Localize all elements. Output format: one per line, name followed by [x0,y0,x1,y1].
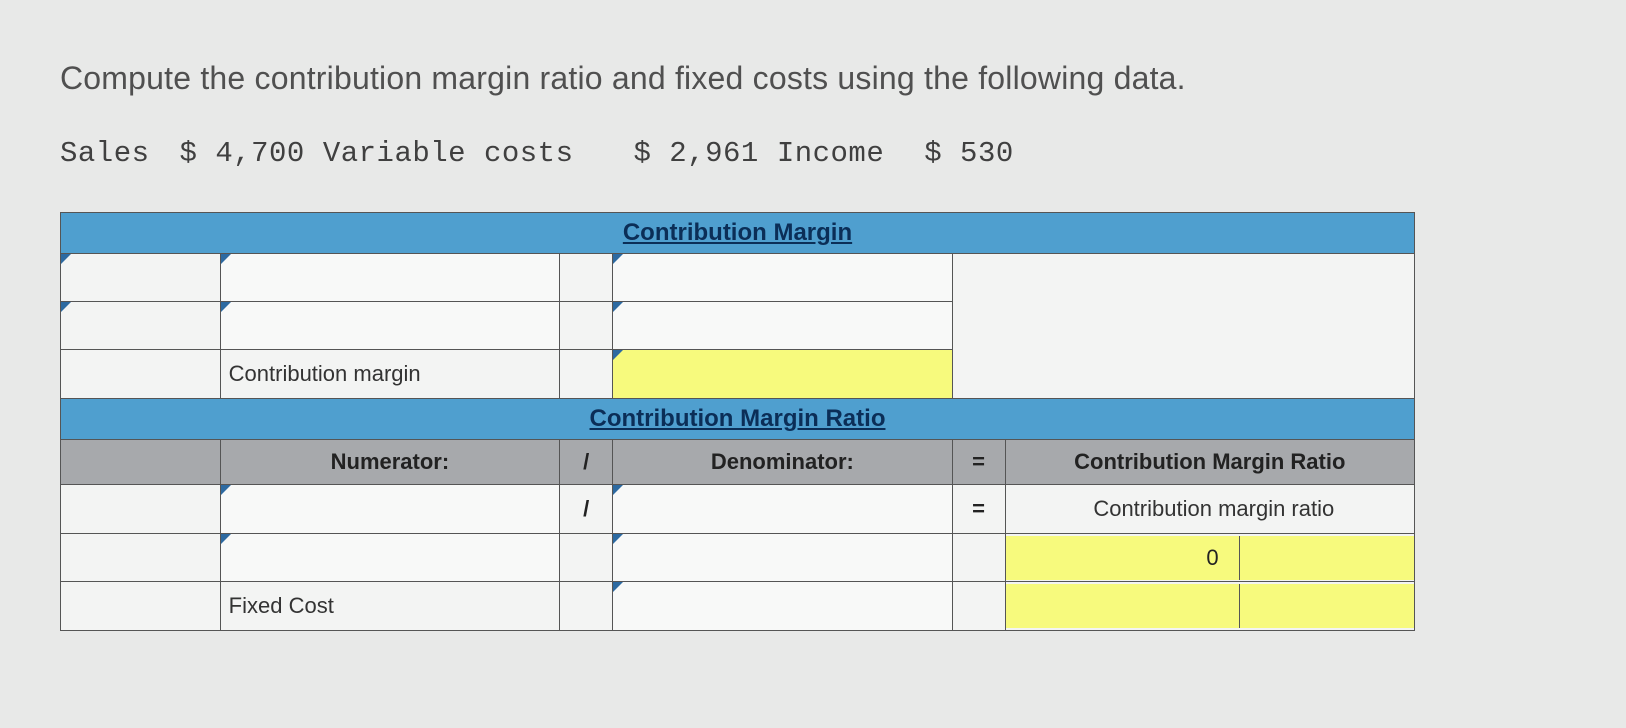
worksheet-table: Contribution Margin Contribution margin [60,212,1415,631]
fc-stub [61,582,221,631]
cmr-zero-right [1240,536,1414,580]
cmr-result-header: Contribution Margin Ratio [1005,440,1414,485]
fixed-cost-label: Fixed Cost [220,582,560,631]
denominator-header: Denominator: [613,440,953,485]
cm-row3-op [560,350,613,399]
cmr-row2-op [560,534,613,582]
income-label: Income [777,137,884,170]
cm-row2-op [560,302,613,350]
cmr-numerator-value-input[interactable] [220,534,560,582]
equals-op-header: = [952,440,1005,485]
numerator-header: Numerator: [220,440,560,485]
fc-op [560,582,613,631]
cmr-denominator-value-input[interactable] [613,534,953,582]
cmr-zero-result-cell: 0 [1005,534,1414,582]
cm-row1-stub [61,254,221,302]
cm-row1-op [560,254,613,302]
varcost-value: $ 2,961 [633,137,758,170]
divide-op-header: / [560,440,613,485]
cm-row2-value-input[interactable] [613,302,953,350]
sales-label: Sales [60,137,150,170]
instruction-text: Compute the contribution margin ratio an… [60,60,1566,97]
fixed-cost-result-cell [1005,582,1414,631]
cmr-denominator-input[interactable] [613,485,953,534]
cmr-zero-value: 0 [1006,536,1240,580]
cm-row1-label-input[interactable] [220,254,560,302]
fixed-cost-value-input[interactable] [613,582,953,631]
cm-row2-stub [61,302,221,350]
contribution-margin-ratio-header: Contribution Margin Ratio [61,399,1415,440]
cmr-equals-op: = [952,485,1005,534]
given-data-line: Sales $ 4,700 Variable costs $ 2,961 Income $… [60,137,1566,170]
fc-eq [952,582,1005,631]
fc-result-right [1240,584,1414,628]
cmr-divide-op: / [560,485,613,534]
cmr-numerator-input[interactable] [220,485,560,534]
cmr-subheader-blank1 [61,440,221,485]
cmr-row1-stub [61,485,221,534]
income-value: $ 530 [924,137,1014,170]
cm-row2-label-input[interactable] [220,302,560,350]
cmr-row2-eq [952,534,1005,582]
varcost-label: Variable costs [323,137,574,170]
cm-result-label: Contribution margin [220,350,560,399]
cm-row3-stub [61,350,221,399]
sales-value: $ 4,700 [180,137,305,170]
cm-result-cell[interactable] [613,350,953,399]
cm-row1-value-input[interactable] [613,254,953,302]
contribution-margin-header: Contribution Margin [61,213,1415,254]
fc-result-left [1006,584,1240,628]
cmr-row2-stub [61,534,221,582]
cmr-result-row-label: Contribution margin ratio [1005,485,1414,534]
page-container: Compute the contribution margin ratio an… [0,0,1626,671]
cm-blank-right [952,254,1414,399]
